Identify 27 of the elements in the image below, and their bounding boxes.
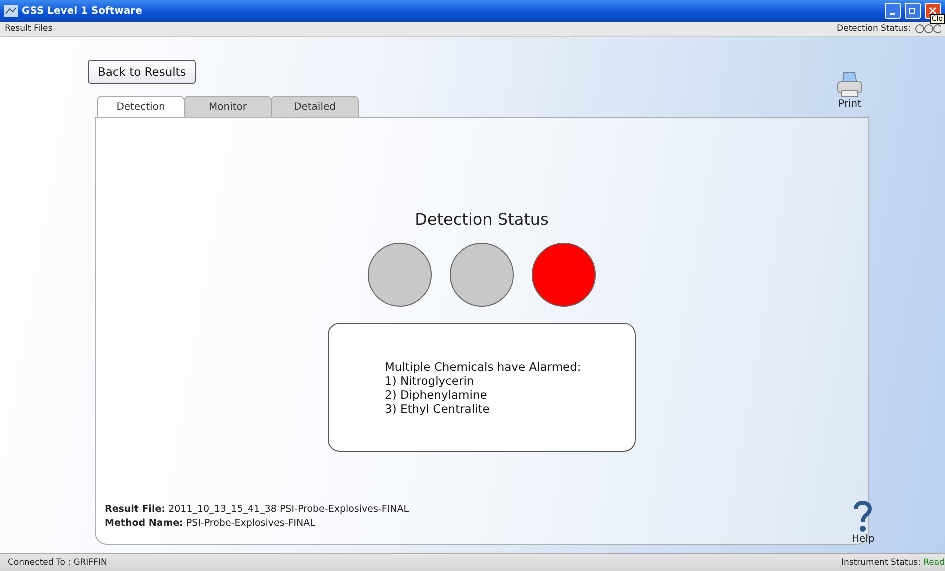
printer-icon[interactable] bbox=[835, 71, 865, 99]
chemical-item: 3) Ethyl Centralite bbox=[385, 402, 491, 416]
connection-status: Connected To : GRIFFIN bbox=[8, 558, 108, 568]
detection-status-label: Detection Status: bbox=[837, 24, 911, 34]
back-button[interactable]: Back to Results bbox=[88, 60, 196, 84]
chemical-item: 2) Diphenylamine bbox=[385, 388, 488, 402]
alarm-heading: Multiple Chemicals have Alarmed: bbox=[385, 360, 582, 374]
window-title: GSS Level 1 Software bbox=[22, 6, 144, 16]
detection-status-title: Detection Status bbox=[415, 210, 549, 229]
restore-icon bbox=[909, 7, 917, 15]
instrument-status-value: Read bbox=[924, 558, 945, 568]
close-icon bbox=[929, 7, 937, 15]
instrument-status-label: Instrument Status: bbox=[842, 558, 921, 568]
help-icon[interactable] bbox=[854, 500, 872, 534]
tab[interactable]: Detection bbox=[97, 96, 185, 117]
result-files-menu[interactable]: Result Files bbox=[5, 24, 53, 34]
minimize-button[interactable] bbox=[885, 3, 901, 19]
tab[interactable]: Monitor bbox=[184, 96, 272, 117]
result-info-line: Result File: 2011_10_13_15_41_38 PSI-Probe-Explosives-FINAL bbox=[105, 503, 410, 517]
restore-button[interactable] bbox=[905, 3, 921, 19]
status-lights-icon bbox=[915, 24, 941, 34]
help-label[interactable]: Help bbox=[852, 534, 875, 545]
app-icon bbox=[4, 5, 18, 17]
print-label[interactable]: Print bbox=[838, 99, 862, 110]
chemical-item: 1) Nitroglycerin bbox=[385, 374, 476, 388]
tab[interactable]: Detailed bbox=[271, 96, 359, 117]
result-info-line: Method Name: PSI-Probe-Explosives-FINAL bbox=[105, 517, 316, 531]
